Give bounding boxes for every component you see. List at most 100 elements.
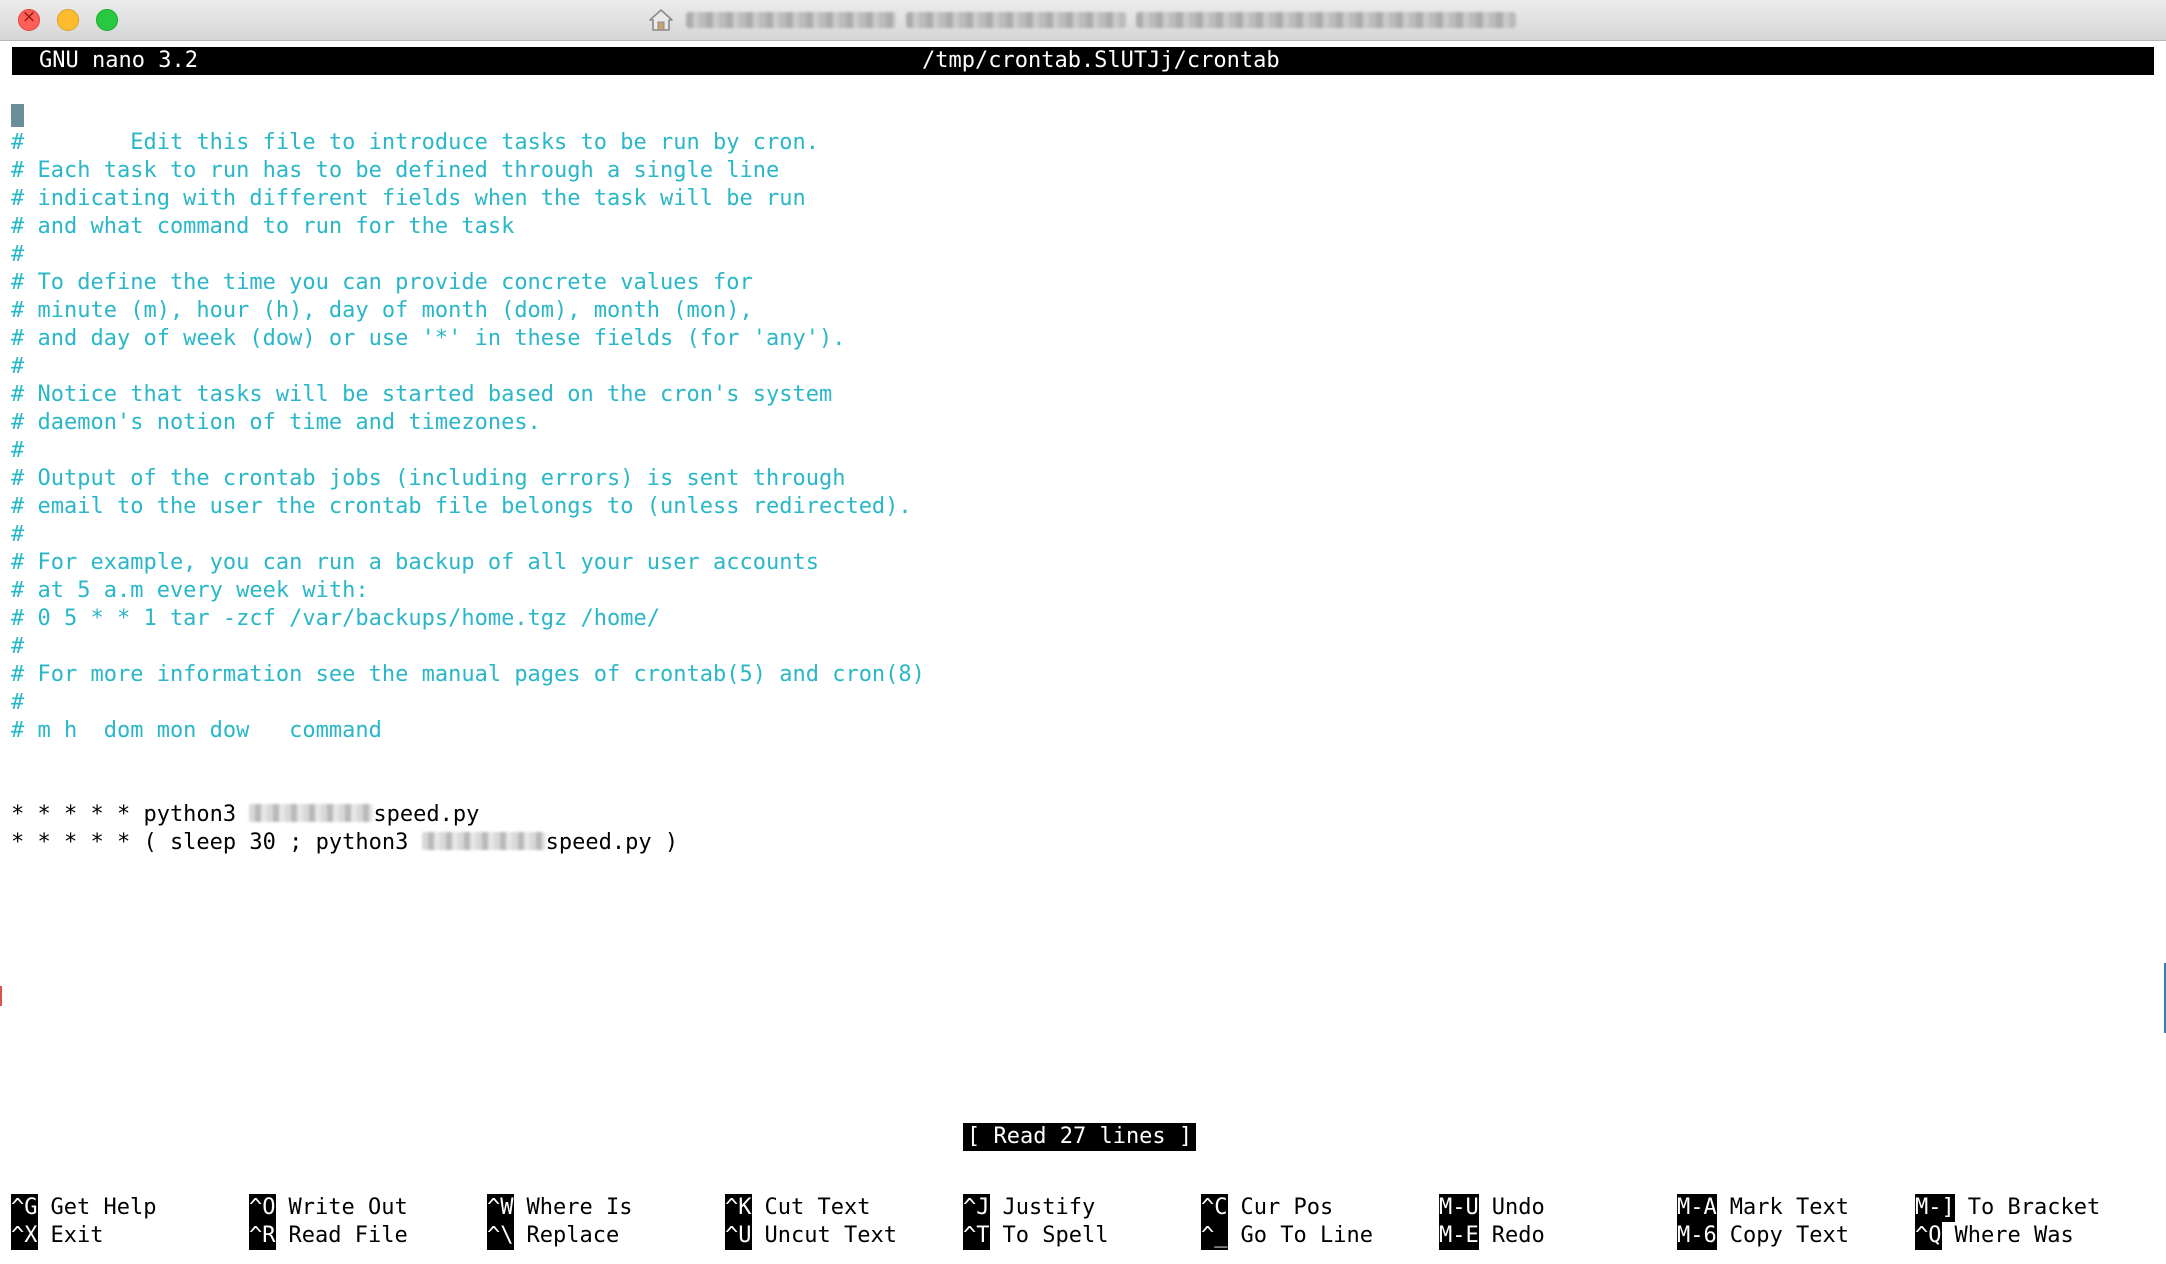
window-title-bar[interactable] — [0, 0, 2166, 41]
editor-line[interactable]: # m h dom mon dow command — [11, 717, 2151, 745]
shortcut-label: Go To Line — [1240, 1223, 1373, 1248]
shortcut-redo[interactable]: M-E Redo — [1439, 1222, 1545, 1250]
terminal-content[interactable]: GNU nano 3.2 /tmp/crontab.SlUTJj/crontab… — [0, 41, 2166, 1264]
redacted-path — [421, 832, 546, 850]
editor-line-empty[interactable] — [11, 745, 2151, 773]
shortcut-get-help[interactable]: ^G Get Help — [11, 1194, 156, 1222]
home-folder-icon — [649, 9, 673, 31]
editor-line[interactable]: # — [11, 689, 2151, 717]
cron-job-command: * * * * * python3 — [11, 802, 250, 827]
shortcut-key: M-E — [1439, 1222, 1479, 1250]
cron-job-line[interactable]: * * * * * python3 speed.py — [11, 801, 2151, 829]
shortcut-label: Where Is — [526, 1195, 633, 1220]
shortcut-label: Exit — [50, 1223, 104, 1248]
shortcut-key: ^O — [249, 1194, 276, 1222]
shortcut-copy-text[interactable]: M-6 Copy Text — [1677, 1222, 1849, 1250]
redacted-window-title — [686, 12, 896, 28]
shortcut-exit[interactable]: ^X Exit — [11, 1222, 103, 1250]
shortcut-key: ^U — [725, 1222, 752, 1250]
editor-line-empty[interactable] — [11, 773, 2151, 801]
shortcut-key: M-6 — [1677, 1222, 1717, 1250]
shortcut-where-is[interactable]: ^W Where Is — [487, 1194, 632, 1222]
shortcut-replace[interactable]: ^\ Replace — [487, 1222, 619, 1250]
shortcut-write-out[interactable]: ^O Write Out — [249, 1194, 408, 1222]
shortcut-key: ^T — [963, 1222, 990, 1250]
editor-line[interactable]: # To define the time you can provide con… — [11, 269, 2151, 297]
editor-line[interactable]: # — [11, 353, 2151, 381]
editor-line[interactable]: # For more information see the manual pa… — [11, 661, 2151, 689]
cron-job-line[interactable]: * * * * * ( sleep 30 ; python3 speed.py … — [11, 829, 2151, 857]
shortcut-label: Redo — [1491, 1223, 1545, 1248]
shortcut-key: ^G — [11, 1194, 38, 1222]
shortcut-cut-text[interactable]: ^K Cut Text — [725, 1194, 870, 1222]
shortcut-label: Where Was — [1954, 1223, 2074, 1248]
terminal-window: GNU nano 3.2 /tmp/crontab.SlUTJj/crontab… — [0, 0, 2166, 1264]
shortcut-to-bracket[interactable]: M-] To Bracket — [1915, 1194, 2100, 1222]
shortcut-key: ^J — [963, 1194, 990, 1222]
editor-line[interactable]: # and what command to run for the task — [11, 213, 2151, 241]
status-message: [ Read 27 lines ] — [963, 1123, 1197, 1151]
shortcut-read-file[interactable]: ^R Read File — [249, 1222, 408, 1250]
shortcut-key: M-A — [1677, 1194, 1717, 1222]
shortcut-to-spell[interactable]: ^T To Spell — [963, 1222, 1108, 1250]
shortcut-label: Justify — [1002, 1195, 1096, 1220]
editor-line[interactable]: # at 5 a.m every week with: — [11, 577, 2151, 605]
shortcut-justify[interactable]: ^J Justify — [963, 1194, 1095, 1222]
editor-line[interactable]: # — [11, 241, 2151, 269]
minimize-window-button[interactable] — [57, 9, 79, 31]
shortcut-mark-text[interactable]: M-A Mark Text — [1677, 1194, 1849, 1222]
shortcut-label: Get Help — [50, 1195, 157, 1220]
shortcut-label: Copy Text — [1729, 1223, 1849, 1248]
shortcut-key: ^R — [249, 1222, 276, 1250]
zoom-window-button[interactable] — [96, 9, 118, 31]
shortcut-undo[interactable]: M-U Undo — [1439, 1194, 1545, 1222]
shortcut-label: Mark Text — [1729, 1195, 1849, 1220]
shortcut-key: ^K — [725, 1194, 752, 1222]
shortcut-label: Cur Pos — [1240, 1195, 1334, 1220]
editor-line[interactable]: # — [11, 129, 2151, 157]
editor-line[interactable]: # — [11, 633, 2151, 661]
shortcut-key: ^X — [11, 1222, 38, 1250]
close-window-button[interactable] — [18, 7, 40, 31]
shortcut-key: ^Q — [1915, 1222, 1942, 1250]
shortcut-cur-pos[interactable]: ^C Cur Pos — [1201, 1194, 1333, 1222]
shortcut-key: ^_ — [1201, 1222, 1228, 1250]
shortcut-key: ^C — [1201, 1194, 1228, 1222]
editor-line[interactable]: # Notice that tasks will be started base… — [11, 381, 2151, 409]
cron-job-script: speed.py — [373, 802, 480, 827]
shortcut-key: ^W — [487, 1194, 514, 1222]
file-path: /tmp/crontab.SlUTJj/crontab — [922, 48, 1280, 73]
shortcut-label: Read File — [288, 1223, 408, 1248]
shortcut-key: M-U — [1439, 1194, 1479, 1222]
window-edge-artifact — [0, 986, 2, 1006]
shortcut-label: Write Out — [288, 1195, 408, 1220]
shortcut-label: To Bracket — [1967, 1195, 2101, 1220]
shortcut-label: Replace — [526, 1223, 620, 1248]
redacted-path — [249, 804, 374, 822]
shortcut-go-to-line[interactable]: ^_ Go To Line — [1201, 1222, 1373, 1250]
shortcut-label: Cut Text — [764, 1195, 871, 1220]
editor-line[interactable]: # Output of the crontab jobs (including … — [11, 465, 2151, 493]
cron-job-command: * * * * * ( sleep 30 ; python3 — [11, 830, 422, 855]
shortcut-label: Undo — [1491, 1195, 1545, 1220]
cron-job-script: speed.py ) — [545, 830, 679, 855]
editor-line[interactable]: # — [11, 521, 2151, 549]
editor-line[interactable]: # email to the user the crontab file bel… — [11, 493, 2151, 521]
nano-title-bar: GNU nano 3.2 /tmp/crontab.SlUTJj/crontab — [12, 47, 2154, 75]
redacted-window-title — [906, 12, 1126, 28]
shortcut-uncut-text[interactable]: ^U Uncut Text — [725, 1222, 897, 1250]
editor-line[interactable]: # daemon's notion of time and timezones. — [11, 409, 2151, 437]
editor-line[interactable]: # indicating with different fields when … — [11, 185, 2151, 213]
editor-line[interactable]: # 0 5 * * 1 tar -zcf /var/backups/home.t… — [11, 605, 2151, 633]
editor-line[interactable]: # minute (m), hour (h), day of month (do… — [11, 297, 2151, 325]
editor-buffer[interactable]: Edit this file to introduce tasks to be … — [11, 101, 2151, 857]
editor-line[interactable]: # and day of week (dow) or use '*' in th… — [11, 325, 2151, 353]
shortcut-label: To Spell — [1002, 1223, 1109, 1248]
editor-line[interactable]: # Each task to run has to be defined thr… — [11, 157, 2151, 185]
shortcut-where-was[interactable]: ^Q Where Was — [1915, 1222, 2074, 1250]
text-cursor — [11, 104, 24, 127]
editor-line[interactable]: # For example, you can run a backup of a… — [11, 549, 2151, 577]
editor-line[interactable]: Edit this file to introduce tasks to be … — [11, 101, 2151, 155]
editor-line[interactable]: # — [11, 437, 2151, 465]
shortcut-label: Uncut Text — [764, 1223, 897, 1248]
